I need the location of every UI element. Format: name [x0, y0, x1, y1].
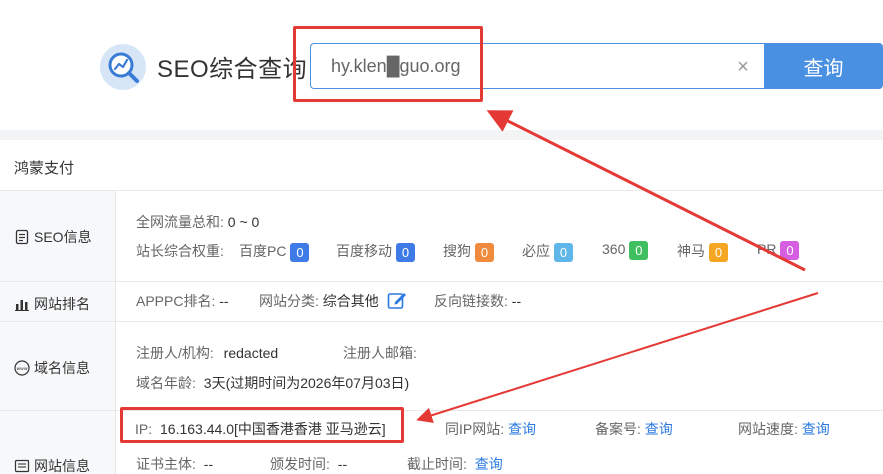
document-icon: [15, 229, 29, 245]
backlinks-row: 反向链接数: --: [434, 291, 521, 311]
engine-weight-item: 百度移动 0: [336, 241, 415, 262]
engine-weight-badge: 0: [475, 242, 494, 262]
divider: [0, 281, 883, 282]
engine-weight-item: 搜狗 0: [443, 241, 494, 262]
category-value: 综合其他: [322, 293, 379, 309]
engine-weight-badge: 0: [396, 242, 415, 262]
icp-link[interactable]: 查询: [645, 421, 673, 437]
expiry-row: 截止时间: 查询: [407, 454, 503, 474]
expire-text: (过期时间为2026年07月03日): [225, 375, 410, 391]
same-ip-link[interactable]: 查询: [508, 421, 536, 437]
email-row: 注册人邮箱:: [343, 343, 417, 363]
icp-row: 备案号: 查询: [595, 419, 673, 439]
speed-row: 网站速度: 查询: [738, 419, 830, 439]
domain-side: www 域名信息: [0, 322, 116, 410]
brand-title: SEO综合查询: [157, 56, 308, 83]
category-row: 网站分类: 综合其他: [259, 291, 407, 311]
expiry-link[interactable]: 查询: [475, 456, 503, 472]
issue-row: 颁发时间: --: [270, 454, 347, 474]
registrant-value: redacted: [223, 345, 279, 361]
siteinfo-side: 网站信息: [0, 411, 116, 474]
engine-name: 必应: [522, 243, 550, 259]
traffic-value: 0 ~ 0: [227, 214, 260, 230]
www-globe-icon: www: [14, 360, 30, 376]
expiry-label: 截止时间:: [407, 456, 467, 472]
engine-weight-item: 百度PC 0: [239, 241, 310, 262]
age-row: 域名年龄: 3天(过期时间为2026年07月03日): [136, 373, 409, 393]
rank-label: 网站排名: [14, 294, 90, 314]
info-card-icon: [14, 459, 30, 473]
icp-label: 备案号:: [595, 421, 641, 437]
engine-name: 360: [602, 241, 626, 258]
engine-name: 百度PC: [239, 243, 287, 259]
site-name: 鸿蒙支付: [14, 160, 75, 177]
siteinfo-label-text: 网站信息: [34, 458, 90, 474]
apppc-label: APPPC排名:: [136, 293, 216, 309]
weight-row: 站长综合权重:: [136, 241, 224, 261]
search-button[interactable]: 查询: [764, 43, 883, 89]
engine-weight-item: 360 0: [602, 241, 649, 260]
cert-subject-value: --: [203, 456, 214, 472]
domain-label-text: 域名信息: [34, 360, 90, 376]
engine-name: 搜狗: [443, 243, 471, 259]
backlinks-value: --: [511, 293, 522, 309]
registrant-row: 注册人/机构: redacted: [136, 343, 278, 363]
seo-logo-icon: [100, 44, 146, 90]
rank-label-text: 网站排名: [34, 296, 90, 312]
engine-weight-item: 必应 0: [522, 241, 573, 262]
issue-value: --: [337, 456, 348, 472]
engine-weight-item: 神马 0: [677, 241, 728, 262]
bar-chart-icon: [15, 300, 29, 311]
engine-weight-badge: 0: [780, 241, 800, 260]
backlinks-label: 反向链接数:: [434, 293, 508, 309]
divider: [0, 321, 883, 322]
page: SEO综合查询 × 查询 鸿蒙支付 SEO信息 全网流量总和: 0 ~ 0 站长…: [0, 0, 883, 474]
registrant-label: 注册人/机构:: [136, 345, 214, 361]
weight-label: 站长综合权重:: [136, 243, 224, 259]
rank-side: 网站排名: [0, 282, 116, 321]
seo-side: SEO信息: [0, 191, 116, 281]
engine-weight-item: PR 0: [757, 241, 800, 260]
engine-name: PR: [757, 241, 777, 258]
same-ip-row: 同IP网站: 查询: [445, 419, 536, 439]
engine-name: 百度移动: [336, 243, 392, 259]
issue-label: 颁发时间:: [270, 456, 330, 472]
divider: [0, 190, 883, 191]
engine-weight-badge: 0: [629, 241, 649, 260]
email-label: 注册人邮箱:: [343, 345, 417, 361]
engine-weight-badge: 0: [709, 242, 728, 262]
domain-label: www 域名信息: [14, 358, 90, 378]
age-value: 3天: [203, 375, 226, 391]
siteinfo-label: 网站信息: [14, 456, 90, 474]
traffic-row: 全网流量总和: 0 ~ 0: [136, 212, 259, 232]
category-label: 网站分类:: [259, 293, 319, 309]
engine-weight-badge: 0: [554, 242, 573, 262]
age-label: 域名年龄:: [136, 375, 196, 391]
speed-link[interactable]: 查询: [802, 421, 830, 437]
apppc-row: APPPC排名: --: [136, 291, 229, 311]
same-ip-label: 同IP网站:: [445, 421, 505, 437]
speed-label: 网站速度:: [738, 421, 798, 437]
cert-subject-row: 证书主体: --: [136, 454, 213, 474]
cert-subject-label: 证书主体:: [136, 456, 196, 472]
engine-weight-badge: 0: [290, 242, 310, 262]
seo-label: SEO信息: [14, 227, 92, 247]
clear-icon[interactable]: ×: [735, 57, 751, 77]
traffic-label: 全网流量总和:: [136, 214, 224, 230]
svg-text:www: www: [16, 367, 27, 372]
apppc-value: --: [219, 293, 229, 309]
annotation-box-domain: [293, 26, 483, 102]
edit-icon[interactable]: [387, 290, 407, 310]
engine-name: 神马: [677, 243, 705, 259]
annotation-box-ip: [120, 407, 404, 443]
seo-label-text: SEO信息: [34, 229, 92, 245]
